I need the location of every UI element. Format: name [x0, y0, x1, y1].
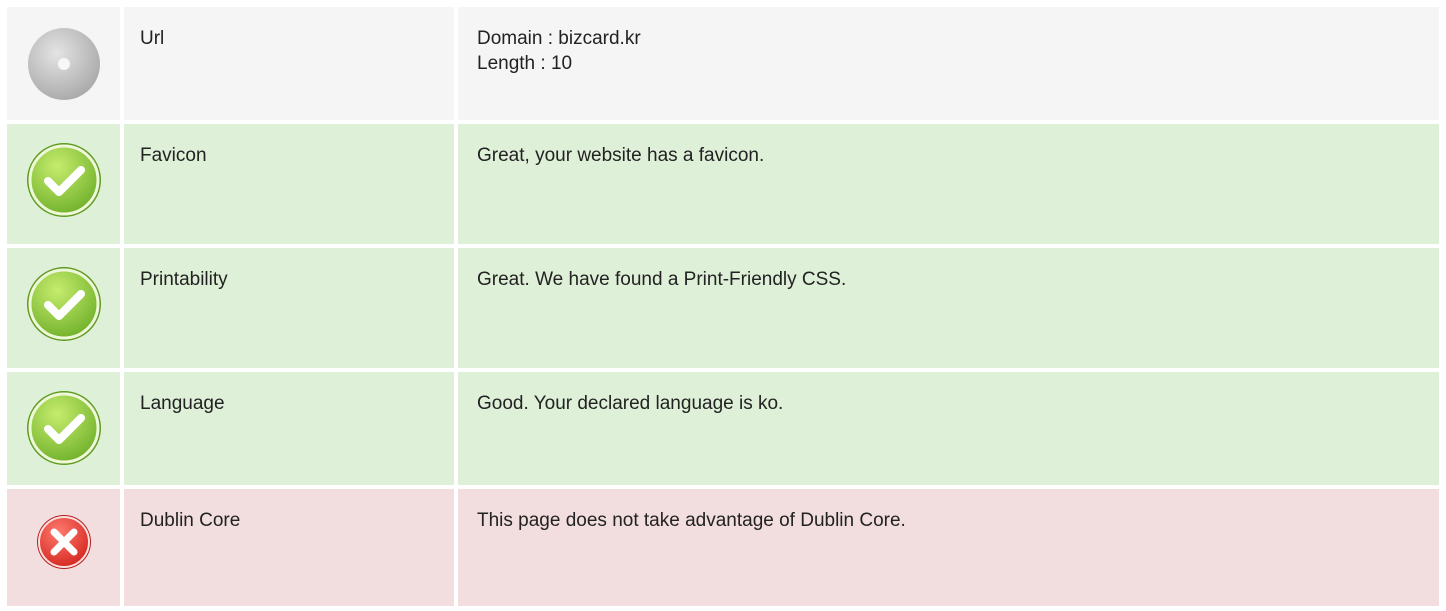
- status-cell: [7, 372, 120, 485]
- row-label: Language: [124, 372, 454, 485]
- status-cell: [7, 124, 120, 244]
- report-row-favicon: Favicon Great, your website has a favico…: [7, 124, 1439, 244]
- row-label: Favicon: [124, 124, 454, 244]
- row-label: Dublin Core: [124, 489, 454, 606]
- length-line: Length : 10: [477, 53, 573, 74]
- check-circle-icon: [26, 391, 101, 465]
- result-text: Great, your website has a favicon.: [477, 145, 765, 166]
- check-circle-icon: [26, 143, 101, 217]
- check-circle-icon: [26, 267, 101, 341]
- cross-circle-icon: [36, 515, 91, 569]
- row-value: This page does not take advantage of Dub…: [458, 489, 1439, 606]
- report-row-dublin-core: Dublin Core This page does not take adva…: [7, 489, 1439, 606]
- info-disc-icon: [27, 27, 100, 100]
- row-value: Good. Your declared language is ko.: [458, 372, 1439, 485]
- row-label: Url: [124, 7, 454, 120]
- report-row-printability: Printability Great. We have found a Prin…: [7, 248, 1439, 368]
- report-row-url: Url Domain : bizcard.kr Length : 10: [7, 7, 1439, 120]
- domain-line: Domain : bizcard.kr: [477, 28, 641, 49]
- status-cell: [7, 7, 120, 120]
- row-value: Great, your website has a favicon.: [458, 124, 1439, 244]
- row-value: Great. We have found a Print-Friendly CS…: [458, 248, 1439, 368]
- row-label: Printability: [124, 248, 454, 368]
- status-cell: [7, 248, 120, 368]
- result-text: This page does not take advantage of Dub…: [477, 510, 906, 531]
- result-text: Great. We have found a Print-Friendly CS…: [477, 269, 847, 290]
- status-cell: [7, 489, 120, 606]
- seo-report-table: Url Domain : bizcard.kr Length : 10 Favi…: [0, 0, 1446, 611]
- row-value: Domain : bizcard.kr Length : 10: [458, 7, 1439, 120]
- report-row-language: Language Good. Your declared language is…: [7, 372, 1439, 485]
- result-text: Good. Your declared language is ko.: [477, 393, 784, 414]
